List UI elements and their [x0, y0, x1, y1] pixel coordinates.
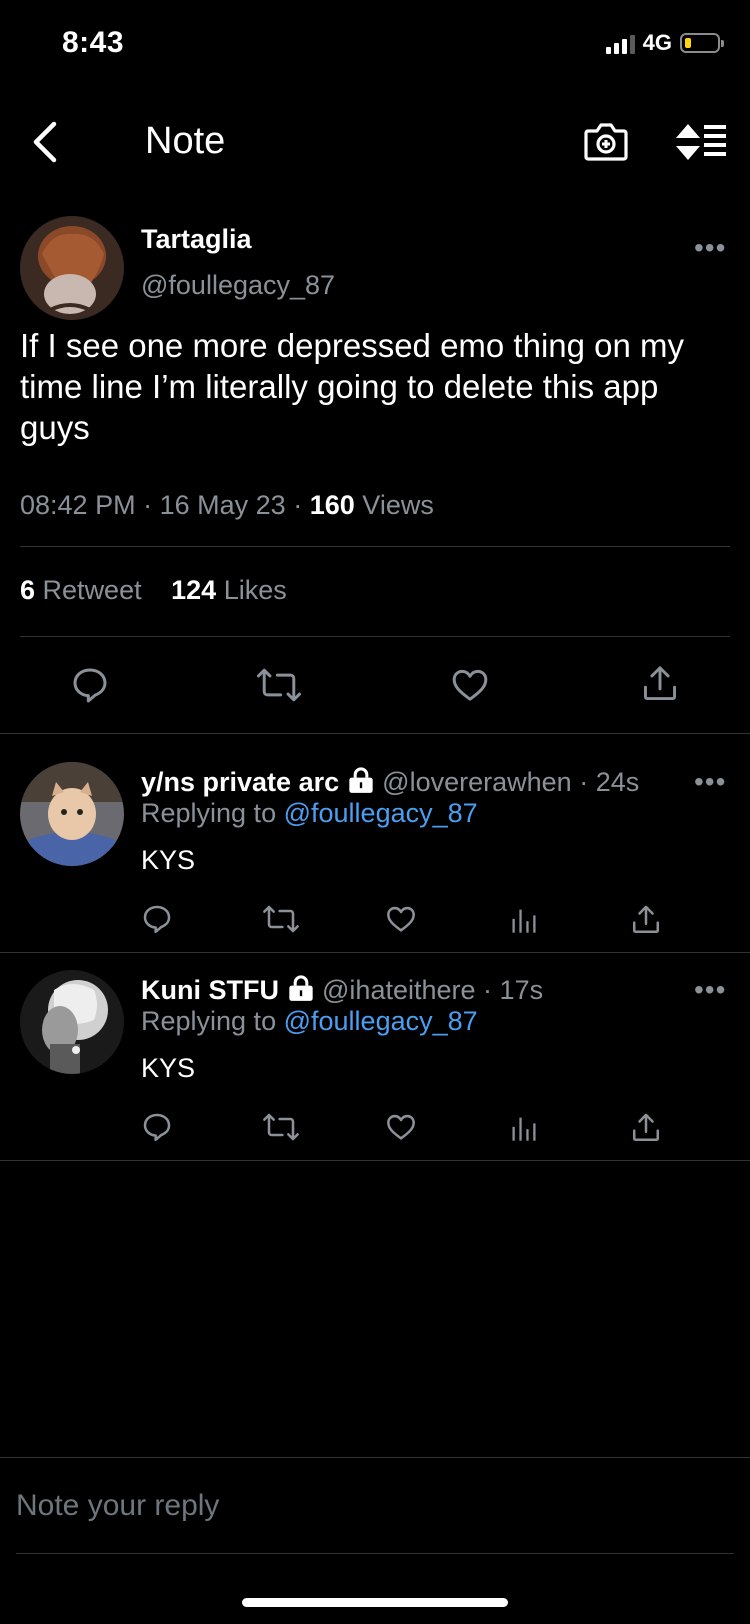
- analytics-icon[interactable]: [510, 905, 538, 935]
- reply-author-name[interactable]: Kuni STFU: [141, 975, 279, 1005]
- share-icon[interactable]: [640, 663, 680, 705]
- meta-separator: ·: [143, 490, 153, 520]
- battery-icon: [680, 33, 724, 53]
- divider: [0, 1160, 750, 1161]
- author-handle[interactable]: @foullegacy_87: [141, 270, 335, 301]
- tweet-time: 08:42 PM: [20, 490, 136, 520]
- reply-time: 17s: [499, 975, 544, 1005]
- divider: [0, 1457, 750, 1458]
- divider: [0, 952, 750, 953]
- divider: [0, 733, 750, 734]
- share-icon[interactable]: [630, 903, 662, 937]
- more-options-icon[interactable]: •••: [694, 766, 726, 798]
- views-label: Views: [362, 490, 434, 520]
- reply-header: Kuni STFU @ihateithere · 17s: [141, 974, 543, 1006]
- replying-prefix: Replying to: [141, 798, 277, 828]
- lock-icon: [348, 767, 373, 793]
- retweet-icon[interactable]: [262, 903, 300, 935]
- retweet-count: 6: [20, 575, 36, 605]
- reply-input[interactable]: Note your reply: [16, 1489, 219, 1523]
- replying-to: Replying to @foullegacy_87: [141, 798, 478, 829]
- reply-icon[interactable]: [141, 1111, 173, 1143]
- reply-header: y/ns private arc @lovererawhen · 24s: [141, 766, 639, 798]
- engagement-counts: 6 Retweet 124 Likes: [20, 575, 287, 606]
- reply-author-handle[interactable]: @ihateithere: [322, 975, 476, 1005]
- home-indicator[interactable]: [242, 1598, 508, 1607]
- more-options-icon[interactable]: •••: [694, 974, 726, 1006]
- signal-icon: [605, 32, 635, 54]
- lock-icon: [288, 975, 313, 1001]
- analytics-icon[interactable]: [510, 1113, 538, 1143]
- author-avatar[interactable]: [20, 216, 124, 320]
- reply-text: KYS: [141, 1053, 196, 1083]
- replying-to: Replying to @foullegacy_87: [141, 1006, 478, 1037]
- more-options-icon[interactable]: •••: [694, 232, 726, 264]
- reply-avatar[interactable]: [20, 762, 124, 866]
- meta-separator: ·: [579, 767, 589, 797]
- avatar-image: [20, 970, 124, 1074]
- views-count: 160: [309, 490, 355, 520]
- battery-fill: [685, 38, 691, 48]
- tweet-meta: 08:42 PM · 16 May 23 · 160 Views: [20, 490, 434, 521]
- retweet-icon[interactable]: [262, 1111, 300, 1143]
- retweet-stat[interactable]: 6 Retweet: [20, 575, 142, 605]
- reply-input-underline: [16, 1553, 734, 1554]
- retweet-label: Retweet: [42, 575, 142, 605]
- page-title: Note: [145, 120, 226, 162]
- camera-add-icon[interactable]: [584, 120, 628, 162]
- likes-label: Likes: [223, 575, 287, 605]
- likes-count: 124: [171, 575, 217, 605]
- tweet-text: If I see one more depressed emo thing on…: [20, 327, 685, 446]
- replying-to-link[interactable]: @foullegacy_87: [284, 798, 478, 828]
- reply-icon[interactable]: [70, 665, 110, 705]
- status-time: 8:43: [62, 26, 125, 59]
- reply-text: KYS: [141, 845, 196, 875]
- replying-to-link[interactable]: @foullegacy_87: [284, 1006, 478, 1036]
- retweet-icon[interactable]: [256, 665, 302, 705]
- reply-time: 24s: [595, 767, 640, 797]
- avatar-image: [20, 762, 124, 866]
- share-icon[interactable]: [630, 1111, 662, 1145]
- like-icon[interactable]: [450, 665, 490, 705]
- tweet-date: 16 May 23: [159, 490, 286, 520]
- meta-separator: ·: [483, 975, 493, 1005]
- status-indicators: 4G: [605, 30, 724, 56]
- reply-author-handle[interactable]: @lovererawhen: [382, 767, 572, 797]
- divider: [20, 546, 730, 547]
- sort-icon[interactable]: [676, 122, 728, 162]
- reply-author-name[interactable]: y/ns private arc: [141, 767, 339, 797]
- replying-prefix: Replying to: [141, 1006, 277, 1036]
- divider: [20, 636, 730, 637]
- avatar-image: [20, 216, 124, 320]
- author-name[interactable]: Tartaglia: [141, 224, 252, 255]
- likes-stat[interactable]: 124 Likes: [171, 575, 287, 605]
- like-icon[interactable]: [385, 1111, 417, 1143]
- reply-icon[interactable]: [141, 903, 173, 935]
- meta-separator: ·: [293, 490, 303, 520]
- reply-avatar[interactable]: [20, 970, 124, 1074]
- like-icon[interactable]: [385, 903, 417, 935]
- back-arrow-icon[interactable]: [28, 120, 62, 164]
- network-label: 4G: [642, 30, 672, 55]
